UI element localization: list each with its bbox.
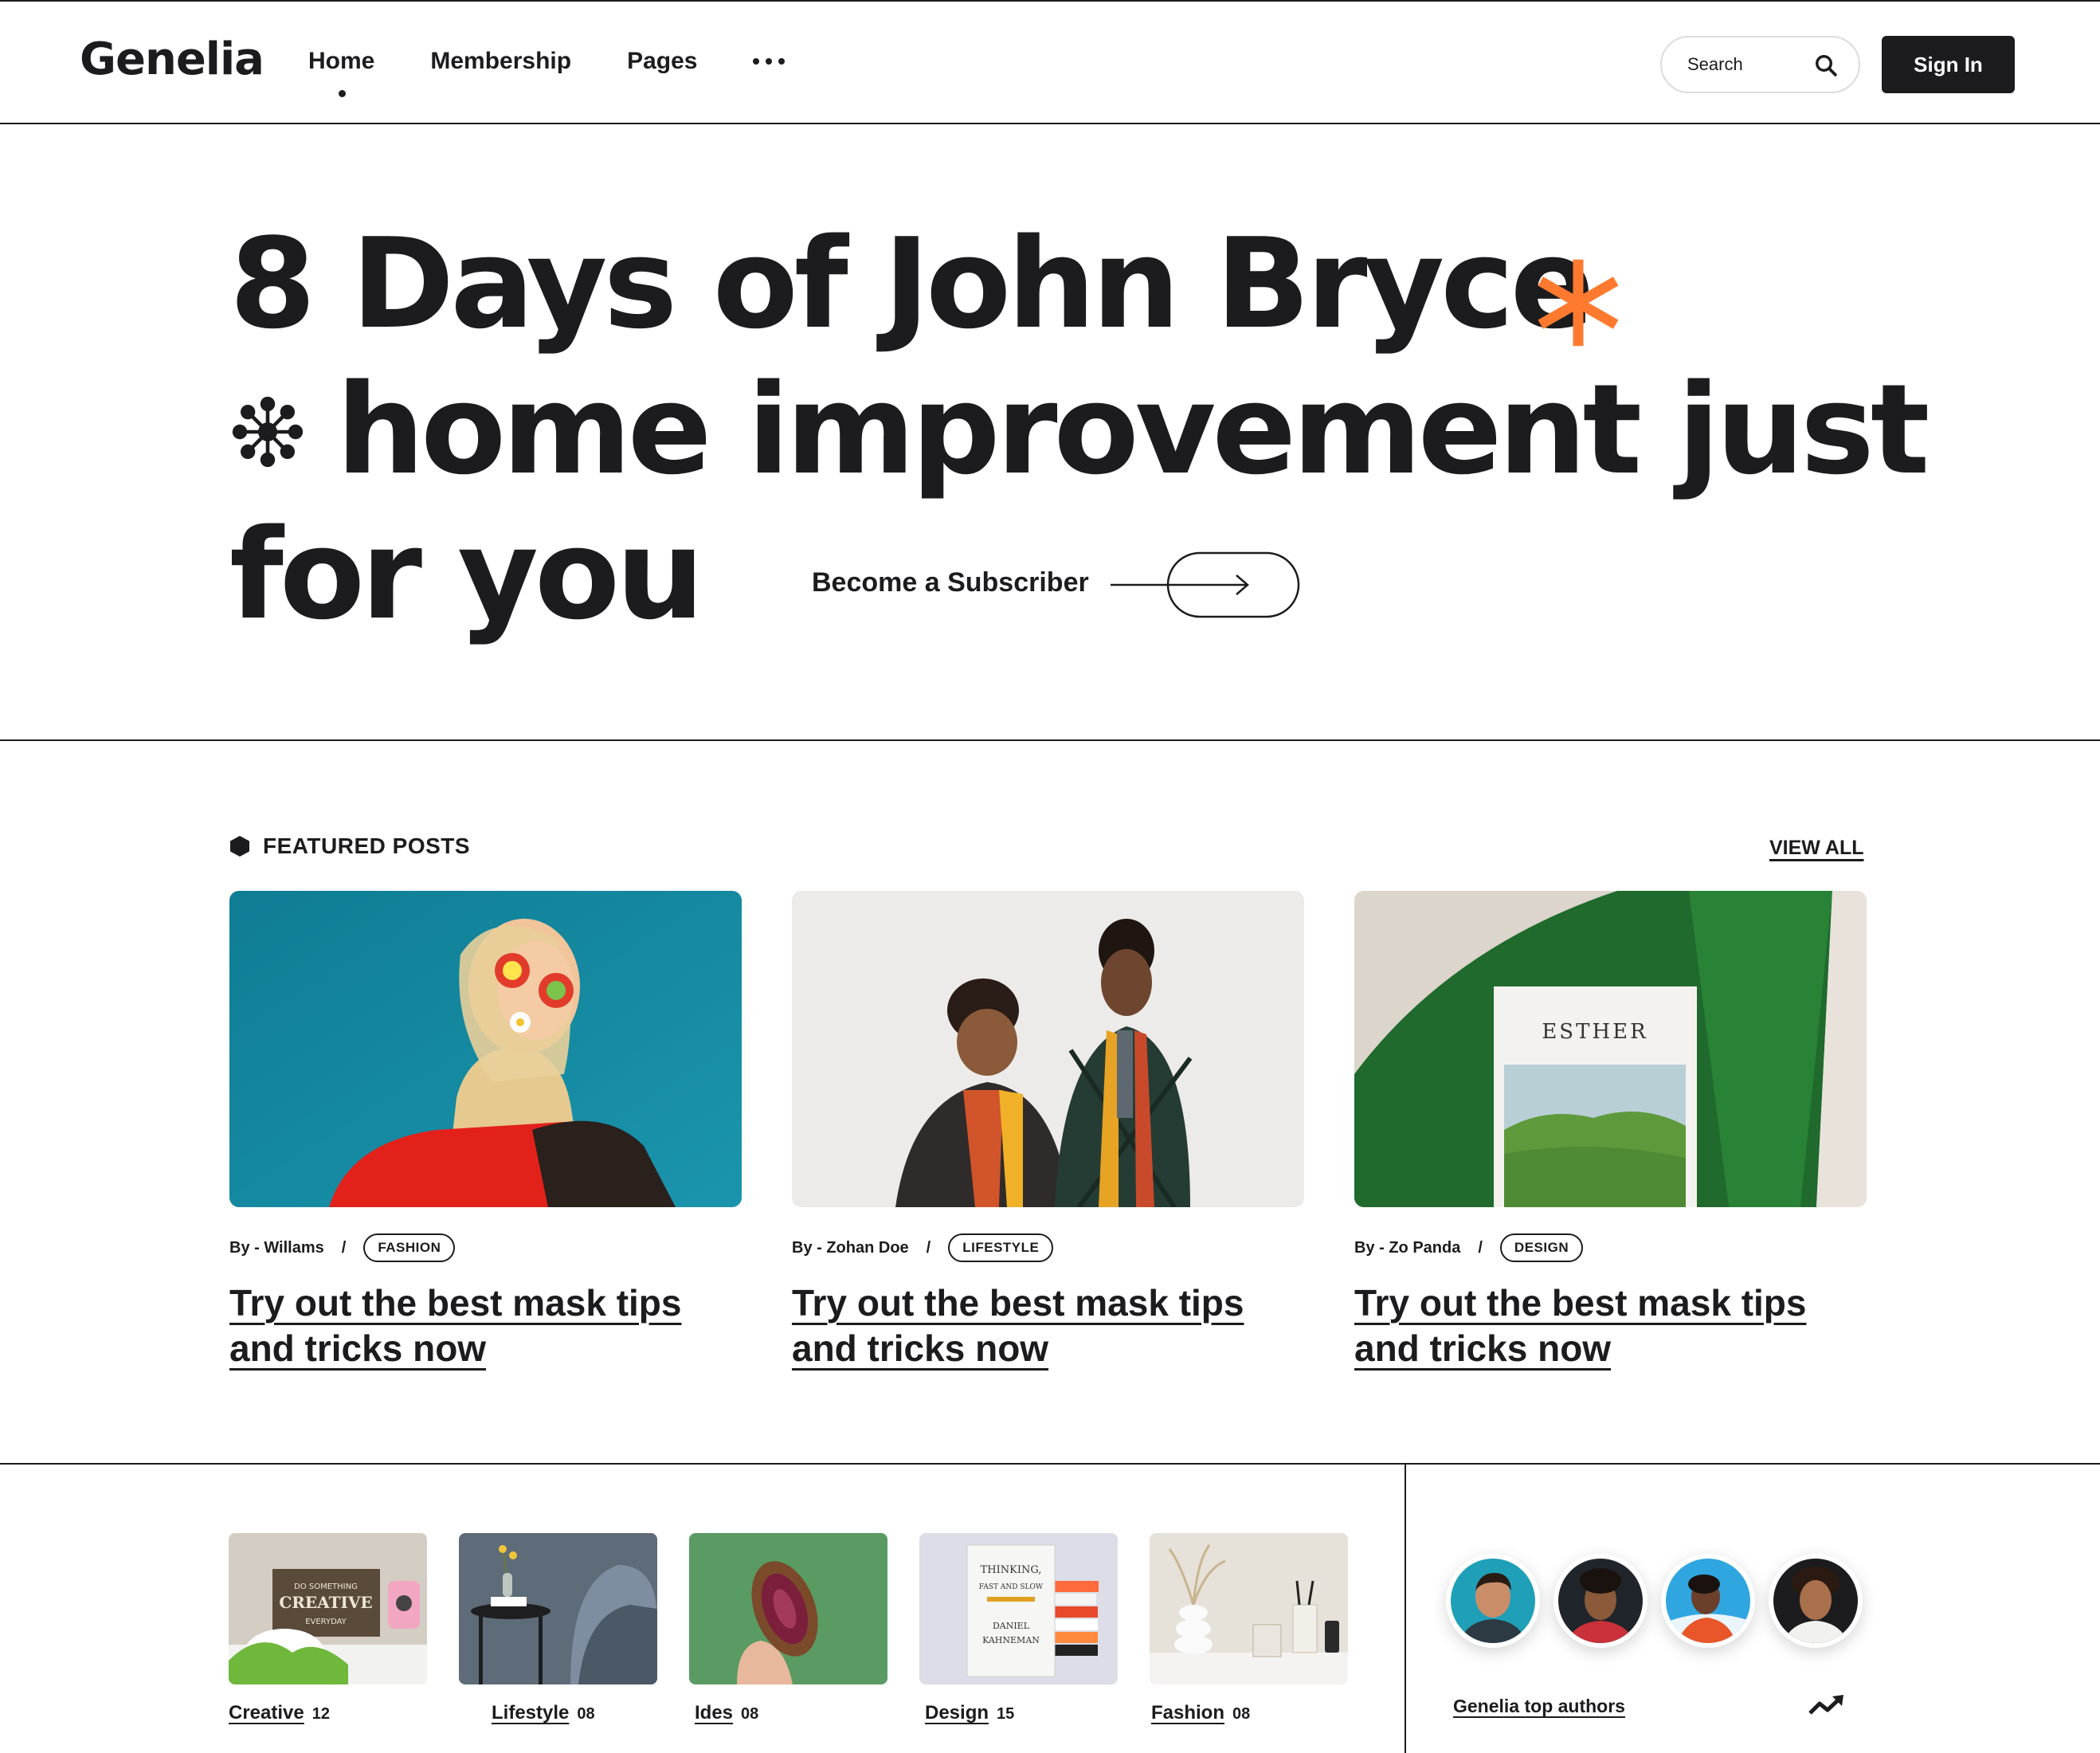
category-card: Fashion 08	[1150, 1533, 1348, 1724]
category-count: 15	[997, 1705, 1015, 1723]
post-image-lifestyle[interactable]	[792, 891, 1304, 1207]
post-author[interactable]: By - Zohan Doe	[792, 1239, 909, 1257]
subscribe-arrow-button[interactable]	[1111, 551, 1300, 618]
featured-post-card: By - Willams / FASHION Try out the best …	[229, 891, 742, 1371]
top-authors-link[interactable]: Genelia top authors	[1453, 1696, 1625, 1717]
post-title[interactable]: Try out the best mask tips and tricks no…	[792, 1280, 1304, 1371]
category-label: Design 15	[919, 1702, 1118, 1724]
category-card: Lifestyle 08	[459, 1533, 657, 1724]
featured-posts-heading: FEATURED POSTS	[229, 833, 470, 859]
category-tag[interactable]: FASHION	[363, 1233, 456, 1262]
author-avatar[interactable]	[1446, 1554, 1540, 1648]
post-meta: By - Zohan Doe / LIFESTYLE	[792, 1233, 1304, 1263]
category-name[interactable]: Fashion	[1151, 1702, 1224, 1724]
category-image-design[interactable]: THINKING, FAST AND SLOW DANIEL KAHNEMAN	[919, 1533, 1118, 1684]
hero-headline-line2: home improvement just	[336, 357, 1930, 502]
post-meta: By - Willams / FASHION	[229, 1233, 742, 1263]
hero-section: 8 Days of John Bryce home improvement ju…	[0, 124, 2100, 741]
book-text-line2: FAST AND SLOW	[979, 1583, 1044, 1591]
post-image-design[interactable]: ESTHER	[1354, 891, 1867, 1207]
featured-post-card: By - Zohan Doe / LIFESTYLE Try out the b…	[792, 891, 1304, 1371]
view-all-link[interactable]: VIEW ALL	[1769, 837, 1864, 860]
meta-separator: /	[1478, 1238, 1483, 1257]
book-text-line4: KAHNEMAN	[982, 1635, 1040, 1645]
category-name[interactable]: Design	[925, 1702, 989, 1724]
site-header: Genelia Home Membership Pages Sign In	[0, 0, 2100, 124]
trending-up-icon[interactable]	[1808, 1694, 1845, 1716]
post-title[interactable]: Try out the best mask tips and tricks no…	[229, 1280, 742, 1371]
section-divider	[0, 1463, 2100, 1465]
post-title-line1[interactable]: Try out the best mask tips	[792, 1282, 1244, 1324]
category-image-creative[interactable]: DO SOMETHING CREATIVE EVERYDAY	[229, 1533, 427, 1684]
category-card: Ides 08	[689, 1533, 887, 1724]
sign-text-line2: CREATIVE	[279, 1593, 372, 1612]
meta-separator: /	[341, 1238, 347, 1257]
author-avatar[interactable]	[1769, 1554, 1863, 1648]
category-label: Lifestyle 08	[459, 1702, 657, 1724]
author-avatar[interactable]	[1553, 1554, 1647, 1648]
book-text-line1: THINKING,	[981, 1564, 1042, 1576]
meta-separator: /	[926, 1238, 931, 1257]
post-author[interactable]: By - Willams	[229, 1239, 324, 1257]
column-divider	[1405, 1465, 1406, 1753]
asterisk-icon	[1538, 259, 1619, 347]
hero-headline-line1: 8 Days of John Bryce	[229, 211, 1594, 356]
category-name[interactable]: Lifestyle	[492, 1702, 569, 1724]
category-count: 08	[577, 1705, 595, 1723]
category-card: DO SOMETHING CREATIVE EVERYDAY Creative 1…	[229, 1533, 427, 1724]
author-avatar[interactable]	[1661, 1554, 1755, 1648]
post-title[interactable]: Try out the best mask tips and tricks no…	[1354, 1280, 1867, 1371]
sign-text-line3: EVERYDAY	[305, 1618, 347, 1626]
post-title-line2[interactable]: and tricks now	[792, 1327, 1048, 1369]
category-label: Fashion 08	[1150, 1702, 1348, 1724]
category-image-lifestyle[interactable]	[459, 1533, 657, 1684]
category-label: Ides 08	[689, 1702, 887, 1724]
category-name[interactable]: Creative	[229, 1702, 304, 1724]
main-nav: Home Membership Pages	[308, 48, 786, 97]
post-title-line2[interactable]: and tricks now	[1354, 1327, 1611, 1369]
flower-icon	[232, 396, 304, 468]
sign-text-line1: DO SOMETHING	[294, 1582, 358, 1591]
category-image-ides[interactable]	[689, 1533, 887, 1684]
category-image-fashion[interactable]	[1150, 1533, 1348, 1684]
book-title-text: ESTHER	[1542, 1020, 1647, 1044]
hexagon-icon	[230, 836, 249, 857]
hero-headline-line3: for you	[229, 502, 704, 647]
category-count: 08	[1232, 1705, 1251, 1723]
sign-in-button[interactable]: Sign In	[1882, 36, 2015, 93]
search-icon[interactable]	[1814, 53, 1838, 77]
nav-item-home[interactable]: Home	[308, 48, 374, 97]
category-name[interactable]: Ides	[695, 1702, 733, 1724]
post-meta: By - Zo Panda / DESIGN	[1354, 1233, 1867, 1263]
post-title-line2[interactable]: and tricks now	[229, 1327, 486, 1369]
post-title-line1[interactable]: Try out the best mask tips	[1354, 1282, 1806, 1324]
search-input[interactable]	[1687, 54, 1815, 75]
post-author[interactable]: By - Zo Panda	[1354, 1239, 1460, 1257]
category-count: 12	[311, 1705, 330, 1723]
category-card: THINKING, FAST AND SLOW DANIEL KAHNEMAN …	[919, 1533, 1118, 1724]
category-tag[interactable]: DESIGN	[1499, 1233, 1584, 1262]
category-count: 08	[741, 1705, 759, 1723]
nav-item-pages[interactable]: Pages	[627, 48, 697, 75]
featured-post-card: ESTHER By - Zo Panda / DESIGN Try out th…	[1354, 891, 1867, 1371]
search-box	[1660, 36, 1860, 93]
category-label: Creative 12	[229, 1702, 427, 1724]
top-authors-avatars	[1446, 1554, 1863, 1648]
subscribe-label[interactable]: Become a Subscriber	[812, 567, 1089, 598]
featured-posts-title: FEATURED POSTS	[263, 833, 471, 858]
category-tag[interactable]: LIFESTYLE	[948, 1233, 1054, 1262]
post-title-line1[interactable]: Try out the best mask tips	[229, 1282, 681, 1324]
post-image-fashion[interactable]	[229, 891, 742, 1207]
book-text-line3: DANIEL	[993, 1621, 1030, 1631]
more-dots-icon[interactable]	[753, 49, 786, 73]
nav-item-membership[interactable]: Membership	[430, 48, 571, 75]
site-logo[interactable]: Genelia	[80, 33, 264, 85]
